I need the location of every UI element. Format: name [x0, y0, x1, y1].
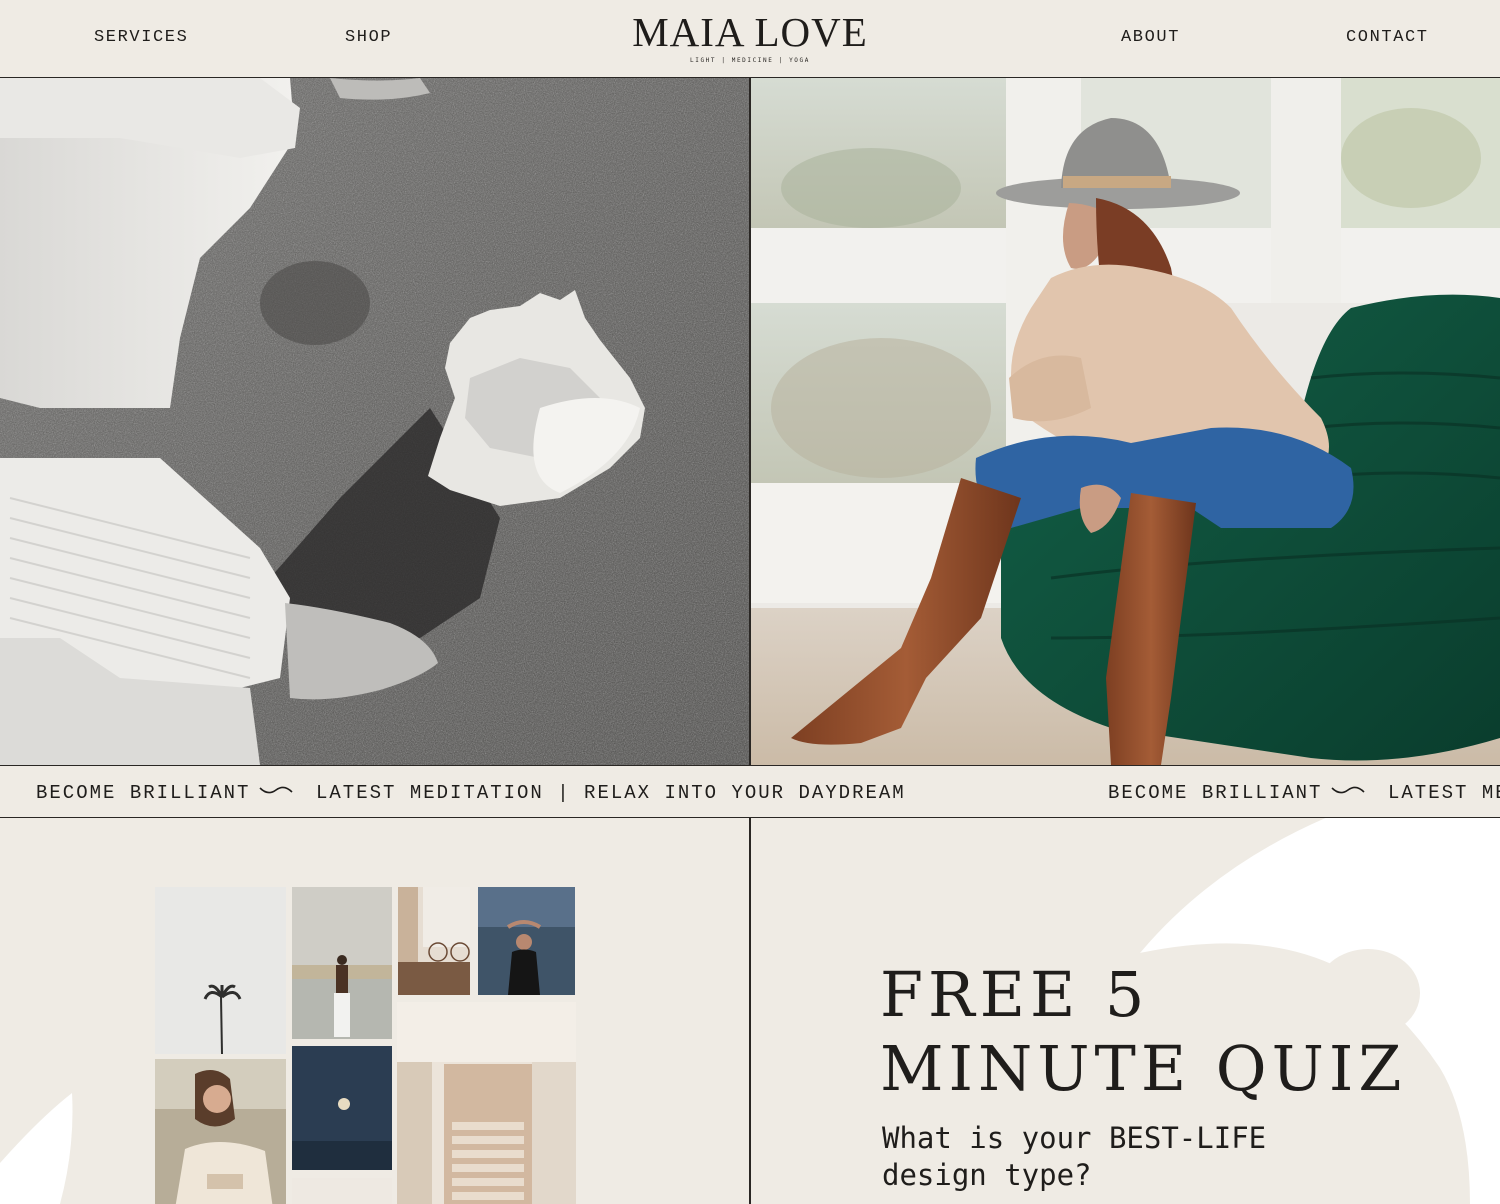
moon-image — [292, 1046, 392, 1170]
site-logo[interactable]: MAIA LOVE LIGHT | MEDICINE | YOGA — [620, 10, 880, 64]
site-header: SERVICES SHOP MAIA LOVE LIGHT | MEDICINE… — [0, 0, 1500, 78]
beach-man-image — [292, 887, 392, 1039]
hero-section — [0, 78, 1500, 765]
quiz-title-line1: FREE 5 — [880, 958, 1150, 1031]
collage-moon-photo[interactable] — [292, 1046, 392, 1170]
quiz-title[interactable]: FREE 5 MINUTE QUIZ — [880, 958, 1406, 1106]
shell-photo — [0, 78, 749, 765]
marquee-item[interactable]: BECOME BRILLIANT — [36, 782, 250, 804]
collage-stairs-photo[interactable] — [397, 1002, 576, 1204]
wave-divider-icon — [259, 786, 293, 794]
marquee-item[interactable]: LATEST MEDITATION | RELAX INTO YOUR DAYD… — [1388, 782, 1500, 804]
collage-woman-laughing-photo[interactable] — [155, 1059, 286, 1204]
collage-woman-sky-photo[interactable] — [478, 887, 575, 995]
stairs-image — [397, 1002, 576, 1204]
collage-palm-photo[interactable] — [155, 887, 286, 1054]
palm-tree-image — [155, 887, 286, 1054]
lower-section: FREE 5 MINUTE QUIZ What is your BEST-LIF… — [0, 818, 1500, 1204]
collage-beach-man-photo[interactable] — [292, 887, 392, 1039]
wave-divider-icon — [1331, 786, 1365, 794]
quiz-subtitle: What is your BEST-LIFE design type? — [882, 1121, 1267, 1192]
collage-interior-bike-photo[interactable] — [398, 887, 470, 995]
woman-sky-image — [478, 887, 575, 995]
lower-divider — [749, 818, 751, 1204]
nav-services-link[interactable]: SERVICES — [94, 28, 188, 47]
nav-contact-link[interactable]: CONTACT — [1346, 28, 1429, 47]
nav-shop-link[interactable]: SHOP — [345, 28, 392, 47]
nav-about-link[interactable]: ABOUT — [1121, 28, 1180, 47]
hero-image-shell-on-sand — [0, 78, 749, 765]
logo-name: MAIA LOVE — [632, 9, 868, 55]
sofa-photo — [751, 78, 1500, 765]
marquee-item[interactable]: BECOME BRILLIANT — [1108, 782, 1322, 804]
marquee-item[interactable]: LATEST MEDITATION | RELAX INTO YOUR DAYD… — [316, 782, 906, 804]
collage-light-photo[interactable] — [292, 1178, 392, 1204]
interior-bike-image — [398, 887, 470, 995]
woman-laughing-image — [155, 1059, 286, 1204]
hero-image-woman-on-sofa — [751, 78, 1500, 765]
logo-tagline: LIGHT | MEDICINE | YOGA — [690, 57, 810, 64]
quiz-title-line2: MINUTE QUIZ — [880, 1032, 1407, 1105]
announcement-marquee[interactable]: BECOME BRILLIANT LATEST MEDITATION | REL… — [0, 765, 1500, 818]
